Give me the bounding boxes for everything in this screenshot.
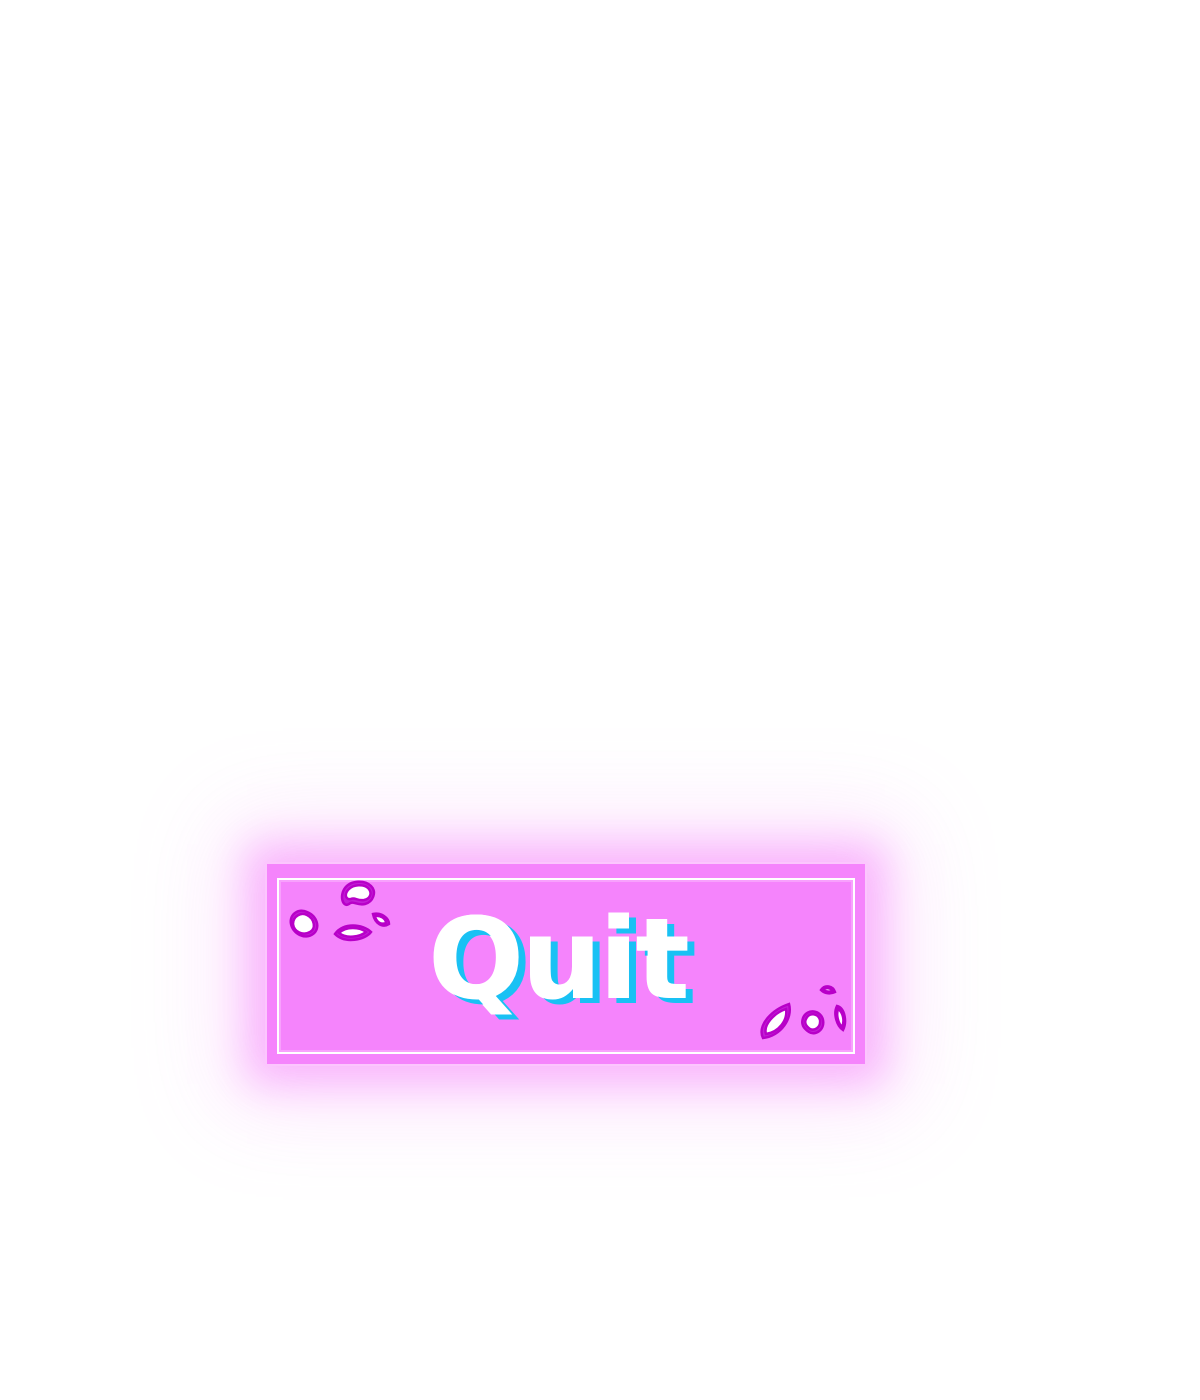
petals-icon — [760, 985, 847, 1040]
game-menu-screen: Quit — [0, 0, 1200, 1400]
quit-button[interactable]: Quit — [265, 862, 867, 1066]
quit-label: Quit — [429, 895, 690, 1025]
petals-icon — [289, 880, 391, 942]
